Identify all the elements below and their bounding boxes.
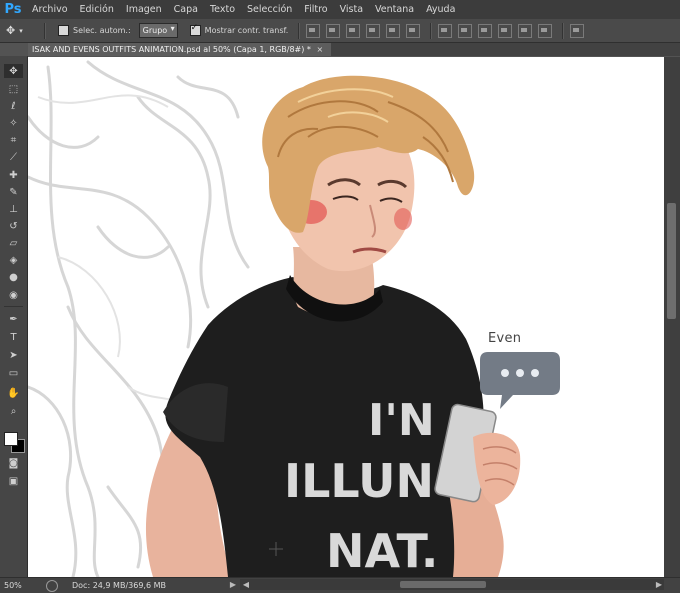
quick-mask-icon[interactable]: ◙ xyxy=(4,456,23,470)
eyedropper-tool-icon[interactable]: ⟋ xyxy=(4,150,23,164)
menu-archivo[interactable]: Archivo xyxy=(26,0,74,19)
auto-select-dropdown[interactable]: Grupo xyxy=(138,23,178,38)
typing-dot-2 xyxy=(516,369,524,377)
magic-wand-tool-icon[interactable]: ✧ xyxy=(4,116,23,130)
artwork-illustration: I'N ILLUN NAT. xyxy=(28,60,560,577)
menu-vista[interactable]: Vista xyxy=(334,0,369,19)
hand-tool-icon[interactable]: ✋ xyxy=(4,386,23,400)
align-hcenter-icon[interactable] xyxy=(386,23,401,38)
align-bottom-icon[interactable] xyxy=(346,23,361,38)
cheek-blush-right xyxy=(394,208,412,230)
distribute-top-icon[interactable] xyxy=(438,23,453,38)
distribute-hcenter-icon[interactable] xyxy=(518,23,533,38)
zoom-tool-icon[interactable]: ⌕ xyxy=(4,404,23,418)
show-transform-checkbox[interactable] xyxy=(189,23,201,36)
move-tool-icon[interactable]: ✥ xyxy=(4,64,23,78)
lasso-tool-icon[interactable]: ℓ xyxy=(4,99,23,113)
photoshop-logo[interactable]: Ps xyxy=(2,0,24,19)
menu-edicion[interactable]: Edición xyxy=(74,0,120,19)
options-divider xyxy=(298,22,301,39)
document-info-icon[interactable] xyxy=(46,579,58,592)
shirt-text-line-2: ILLUN xyxy=(284,454,434,508)
menu-seleccion[interactable]: Selección xyxy=(241,0,298,19)
eraser-tool-icon[interactable]: ▱ xyxy=(4,236,23,250)
foreground-color-swatch[interactable] xyxy=(4,432,18,446)
options-divider xyxy=(44,22,46,39)
show-transform-label: Mostrar contr. transf. xyxy=(204,26,289,35)
typing-dot-3 xyxy=(531,369,539,377)
zoom-level[interactable]: 50% xyxy=(0,581,38,590)
distribute-vcenter-icon[interactable] xyxy=(458,23,473,38)
options-bar: ✥▾ Selec. autom.: Grupo Mostrar contr. t… xyxy=(0,19,680,43)
document-size[interactable]: Doc: 24,9 MB/369,6 MB xyxy=(72,581,166,590)
distribute-bottom-icon[interactable] xyxy=(478,23,493,38)
document-canvas[interactable]: I'N ILLUN NAT. Even xyxy=(28,57,664,577)
shirt-text-line-3: NAT. xyxy=(326,524,438,577)
menu-ayuda[interactable]: Ayuda xyxy=(420,0,461,19)
align-top-icon[interactable] xyxy=(306,23,321,38)
distribute-right-icon[interactable] xyxy=(538,23,553,38)
stamp-tool-icon[interactable]: ⊥ xyxy=(4,202,23,216)
auto-select-label: Selec. autom.: xyxy=(73,26,131,35)
horizontal-scroll-thumb[interactable] xyxy=(400,581,486,588)
menu-bar: Ps Archivo Edición Imagen Capa Texto Sel… xyxy=(0,0,680,19)
tools-panel: ✥ ⬚ ℓ ✧ ⌗ ⟋ ✚ ✎ ⊥ ↺ ▱ ◈ ● ◉ ✒ T ➤ ▭ ✋ ⌕ … xyxy=(0,56,28,592)
distribute-left-icon[interactable] xyxy=(498,23,513,38)
color-swatches[interactable] xyxy=(3,430,25,454)
vertical-scroll-thumb[interactable] xyxy=(667,203,676,319)
menu-texto[interactable]: Texto xyxy=(204,0,241,19)
scroll-left-arrow-icon[interactable]: ◀ xyxy=(241,577,251,592)
blur-tool-icon[interactable]: ● xyxy=(4,270,23,284)
scroll-right-arrow-icon[interactable]: ▶ xyxy=(654,577,664,592)
align-right-icon[interactable] xyxy=(406,23,421,38)
document-tab-bar: ISAK AND EVENS OUTFITS ANIMATION.psd al … xyxy=(28,43,680,56)
brush-tool-icon[interactable]: ✎ xyxy=(4,185,23,199)
auto-align-layers-icon[interactable] xyxy=(570,23,585,38)
crop-tool-icon[interactable]: ⌗ xyxy=(4,133,23,147)
shirt-text-line-1: I'N xyxy=(368,395,435,446)
type-tool-icon[interactable]: T xyxy=(4,330,23,344)
menu-imagen[interactable]: Imagen xyxy=(120,0,168,19)
shape-tool-icon[interactable]: ▭ xyxy=(4,366,23,380)
horizontal-scrollbar[interactable] xyxy=(240,579,664,590)
paint-bucket-tool-icon[interactable]: ◈ xyxy=(4,253,23,267)
document-tab-title: ISAK AND EVENS OUTFITS ANIMATION.psd al … xyxy=(32,45,311,54)
align-vcenter-icon[interactable] xyxy=(326,23,341,38)
vertical-scrollbar[interactable] xyxy=(664,57,680,577)
options-divider xyxy=(562,22,565,39)
close-tab-icon[interactable]: × xyxy=(316,45,323,54)
speech-name-label: Even xyxy=(488,331,522,346)
pen-tool-icon[interactable]: ✒ xyxy=(4,312,23,326)
screen-mode-icon[interactable]: ▣ xyxy=(4,474,23,488)
move-tool-preset-icon[interactable]: ✥ ▾ xyxy=(6,22,34,40)
options-divider xyxy=(430,22,433,39)
speech-bubble-icon xyxy=(480,352,560,409)
menu-filtro[interactable]: Filtro xyxy=(298,0,333,19)
tools-divider xyxy=(4,306,23,307)
typing-dot-1 xyxy=(501,369,509,377)
status-menu-arrow-icon[interactable]: ▶ xyxy=(228,577,238,592)
document-tab[interactable]: ISAK AND EVENS OUTFITS ANIMATION.psd al … xyxy=(28,43,332,56)
menu-capa[interactable]: Capa xyxy=(168,0,204,19)
align-left-icon[interactable] xyxy=(366,23,381,38)
path-select-tool-icon[interactable]: ➤ xyxy=(4,348,23,362)
healing-tool-icon[interactable]: ✚ xyxy=(4,168,23,182)
dodge-tool-icon[interactable]: ◉ xyxy=(4,288,23,302)
marquee-tool-icon[interactable]: ⬚ xyxy=(4,82,23,96)
menu-ventana[interactable]: Ventana xyxy=(369,0,420,19)
history-brush-tool-icon[interactable]: ↺ xyxy=(4,219,23,233)
auto-select-checkbox[interactable] xyxy=(58,25,69,36)
